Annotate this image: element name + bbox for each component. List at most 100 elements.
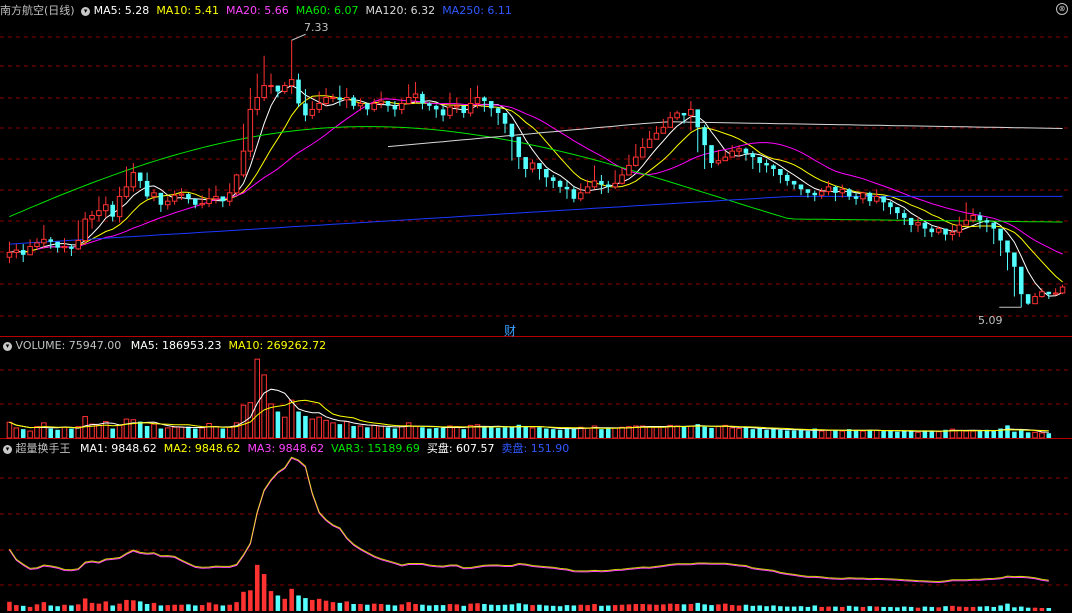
turnover-bar [784, 606, 790, 611]
volume-bar [571, 428, 577, 438]
candle-body [1005, 240, 1010, 253]
indicator-menu-icon[interactable]: ▾ [81, 6, 91, 16]
ma120-line [387, 121, 1063, 148]
volume-ma10-line [9, 399, 1049, 432]
candle-body [296, 79, 301, 104]
volume-bar [1025, 432, 1031, 438]
turnover-bar [117, 603, 122, 611]
turnover-bar [358, 603, 363, 611]
turnover-bar [468, 603, 473, 611]
candle-body [771, 165, 776, 169]
turnover-bar [310, 599, 315, 611]
turnover-bar [612, 605, 618, 611]
candle-body [860, 192, 866, 200]
candle-body [1025, 294, 1031, 304]
volume-bar [653, 426, 660, 439]
candle-body [103, 204, 109, 212]
volume-title: VOLUME: 75947.00 [15, 339, 122, 352]
turnover-indicator-values: MA1: 9848.62 MA2: 9848.62 MA3: 9848.62 VAR3… [80, 442, 576, 455]
volume-bar [309, 418, 316, 439]
kline-chart-canvas[interactable] [0, 0, 1072, 613]
volume-bar [1039, 432, 1045, 439]
turnover-bar [840, 606, 845, 611]
volume-bar [137, 421, 143, 438]
turnover-bar [1005, 603, 1010, 611]
volume-bar [151, 423, 157, 439]
candle-body [303, 103, 308, 116]
candle-body [405, 96, 412, 104]
volume-menu-icon[interactable]: ▾ [3, 341, 12, 351]
stock-title[interactable]: 南方航空(日线) [0, 4, 75, 17]
volume-bar [254, 358, 261, 439]
volume-bar [164, 427, 171, 439]
turnover-bar [901, 606, 907, 611]
candle-body [323, 96, 329, 104]
turnover-bar [681, 604, 687, 611]
turnover-bar [199, 605, 205, 611]
turnover-bar [261, 574, 267, 611]
candle-body [309, 108, 316, 116]
turnover-bar [943, 606, 948, 611]
turnover-bar [888, 606, 893, 611]
turnover-bar [688, 603, 694, 611]
candle-body [399, 102, 405, 110]
turnover-bar [62, 604, 67, 611]
turnover-bar [234, 602, 239, 611]
candle-body [784, 174, 790, 181]
main-indicator-values: MA5: 5.28 MA10: 5.41 MA20: 5.66 MA60: 6.07 M… [94, 4, 519, 17]
candle-body [6, 251, 13, 258]
turnover-bar [268, 591, 274, 611]
turnover-bar [89, 602, 95, 611]
turnover-bar [378, 603, 384, 611]
volume-bar [839, 430, 846, 439]
close-icon[interactable]: ⊗ [1056, 3, 1068, 15]
candle-body [420, 93, 425, 104]
volume-bar [1032, 431, 1038, 439]
main-indicator-5: MA250: 6.11 [442, 4, 512, 17]
moving-average-lines [9, 85, 1063, 297]
volume-bar [48, 428, 54, 438]
candle-body [1012, 252, 1017, 267]
turnover-bar [385, 604, 391, 611]
candle-body [895, 207, 900, 214]
turnover-bar [110, 605, 115, 611]
main-indicator-0: MA5: 5.28 [93, 4, 150, 17]
candle-body [69, 246, 74, 249]
turnover-bar [1039, 608, 1045, 611]
turnover-bar [241, 591, 246, 611]
volume-bar [537, 427, 542, 438]
candle-body [516, 136, 522, 158]
candle-body [48, 239, 54, 242]
volume-bar [1018, 430, 1024, 438]
volume-bar [702, 426, 707, 438]
candle-body [812, 192, 818, 196]
volume-bar [764, 429, 769, 438]
candle-body [798, 184, 804, 190]
candle-body [193, 198, 198, 205]
finance-report-marker[interactable]: 财 [504, 322, 516, 339]
ma5-line [9, 85, 1063, 297]
candle-body [281, 85, 288, 93]
turnover-bar [523, 604, 528, 611]
candlesticks [6, 40, 1066, 308]
turnover-bar [475, 603, 480, 611]
candle-body [660, 126, 667, 134]
turnover-bar [76, 604, 81, 611]
turnover-indicator-3: VAR3: 15189.69 [331, 442, 420, 455]
volume-bar [268, 403, 274, 439]
low-price-label: 5.09 [978, 314, 1003, 327]
turnover-bar [103, 601, 109, 611]
candle-body [454, 105, 460, 108]
candle-body [873, 195, 880, 202]
main-indicator-2: MA20: 5.66 [226, 4, 289, 17]
candle-body [96, 210, 102, 216]
turnover-bar [702, 604, 707, 611]
turnover-bar [771, 605, 776, 611]
turnover-bar [186, 604, 191, 611]
candle-body [392, 105, 398, 110]
turnover-menu-icon[interactable]: ▾ [3, 444, 12, 454]
volume-bar [584, 427, 591, 439]
turnover-bar [316, 598, 322, 611]
turnover-bar [544, 605, 549, 611]
turnover-bar [296, 595, 301, 611]
